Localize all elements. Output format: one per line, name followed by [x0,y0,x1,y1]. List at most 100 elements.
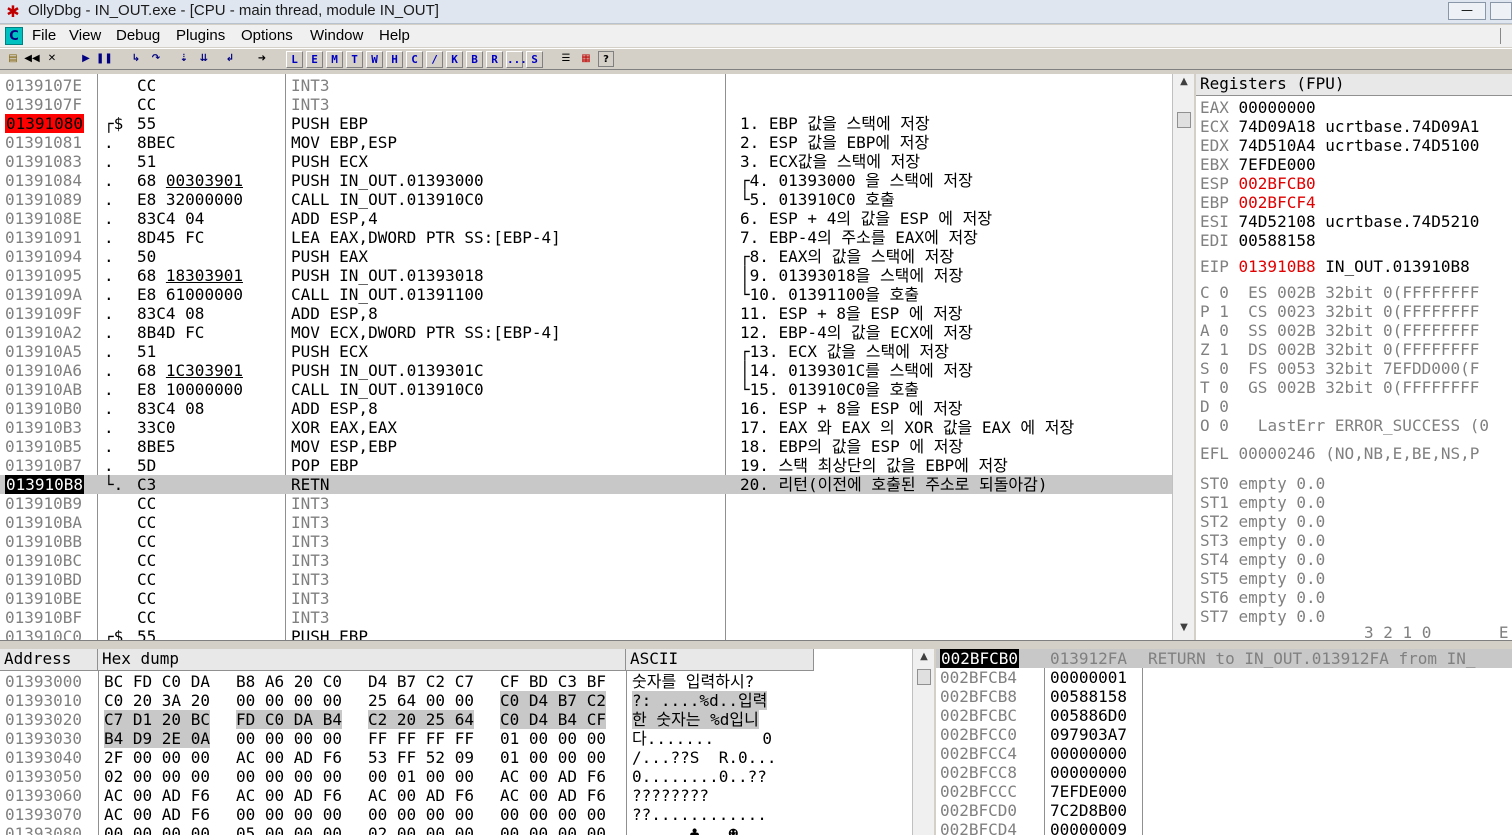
flag-row[interactable]: D 0 [1200,397,1248,416]
scroll-up-icon[interactable]: ▲ [1177,76,1191,87]
dump-row[interactable]: 01393040 2F 00 00 00 AC 00 AD F6 53 FF 52 0… [0,748,912,767]
handles-button[interactable]: H [386,51,403,68]
trace-over-icon[interactable]: ⇊ [196,51,212,67]
minimize-button[interactable]: — [1448,2,1486,20]
cpu-button[interactable]: C [406,51,423,68]
disasm-row[interactable]: 013910B3. 33C0 XOR EAX,EAX 17. EAX 와 EAX 의 … [0,418,1172,437]
fpu-st1[interactable]: ST1 empty 0.0 [1200,493,1325,512]
disasm-row[interactable]: 01391084. 68 00303901 PUSH IN_OUT.01393000… [0,171,1172,190]
disasm-row[interactable]: 013910C0 ┌$ 55 PUSH EBP [0,627,1172,640]
dump-ascii-header[interactable]: ASCII [626,649,814,671]
disasm-row[interactable]: 013910BC CC INT3 [0,551,1172,570]
flag-row[interactable]: P 1 CS 0023 32bit 0(FFFFFFFF [1200,302,1479,321]
flag-row[interactable]: Z 1 DS 002B 32bit 0(FFFFFFFF [1200,340,1479,359]
disasm-row[interactable]: 013910B5. 8BE5 MOV ESP,EBP 18. EBP의 값을 ESP … [0,437,1172,456]
stack-row[interactable]: 002BFCD4 00000009 [936,820,1512,835]
fpu-st5[interactable]: ST5 empty 0.0 [1200,569,1325,588]
disasm-row[interactable]: 013910A5. 51 PUSH ECX ┌13. ECX 값을 스택에 저장 [0,342,1172,361]
stack-row[interactable]: 002BFCB8 00588158 [936,687,1512,706]
disasm-row[interactable]: 01391095. 68 18303901 PUSH IN_OUT.01393018… [0,266,1172,285]
disasm-row[interactable]: 013910BA CC INT3 [0,513,1172,532]
fpu-st3[interactable]: ST3 empty 0.0 [1200,531,1325,550]
stack-row[interactable]: 002BFCB0 013912FA RETURN to IN_OUT.013912F… [936,649,1512,668]
fpu-st4[interactable]: ST4 empty 0.0 [1200,550,1325,569]
step-over-icon[interactable]: ↷ [148,51,164,67]
dump-row[interactable]: 01393050 02 00 00 00 00 00 00 00 00 01 00 0… [0,767,912,786]
pane-splitter[interactable] [0,640,1512,648]
references-button[interactable]: R [486,51,503,68]
dump-row[interactable]: 01393060 AC 00 AD F6 AC 00 AD F6 AC 00 AD F… [0,786,912,805]
go-to-icon[interactable]: ➜ [254,51,270,67]
cpu-window-icon[interactable]: C [5,27,23,45]
scrollbar-thumb[interactable] [917,669,931,685]
appearance-icon[interactable]: ▦ [578,51,594,67]
dump-row[interactable]: 01393030 B4 D9 2E 0A 00 00 00 00 FF FF FF F… [0,729,912,748]
disassembly-pane[interactable]: 0139107E CC INT3 0139107F CC INT3 01391080 ┌$ 55… [0,74,1172,640]
trace-into-icon[interactable]: ⇣ [176,51,192,67]
step-into-icon[interactable]: ↳ [128,51,144,67]
menu-options[interactable]: Options [241,27,293,44]
disasm-row[interactable]: 0139109F. 83C4 08 ADD ESP,8 11. ESP + 8을 ES… [0,304,1172,323]
mdi-control-icon[interactable] [1500,28,1512,44]
scroll-down-icon[interactable]: ▼ [1177,622,1191,633]
disasm-row[interactable]: 0139107E CC INT3 [0,76,1172,95]
fpu-st2[interactable]: ST2 empty 0.0 [1200,512,1325,531]
dump-pane[interactable]: Address Hex dump ASCII 01393000 BC FD C0 … [0,649,912,835]
menu-debug[interactable]: Debug [116,27,160,44]
windows-button[interactable]: W [366,51,383,68]
flag-row[interactable]: S 0 FS 0053 32bit 7EFDD000(F [1200,359,1479,378]
register-ebp[interactable]: EBP 002BFCF4 [1200,193,1316,212]
disasm-row[interactable]: 01391083. 51 PUSH ECX 3. ECX값을 스택에 저장 [0,152,1172,171]
register-edi[interactable]: EDI 00588158 [1200,231,1316,250]
dump-row[interactable]: 01393080 00 00 00 00 05 00 00 00 02 00 00 0… [0,824,912,835]
pause-icon[interactable]: ❚❚ [96,51,113,67]
dump-address-header[interactable]: Address [0,649,98,671]
breakpoints-button[interactable]: B [466,51,483,68]
registers-pane[interactable]: Registers (FPU) EAX 00000000 ECX 74D09A18… [1196,74,1512,640]
close-icon[interactable]: ✕ [44,51,60,67]
register-efl[interactable]: EFL 00000246 (NO,NB,E,BE,NS,P [1200,444,1479,463]
register-esp[interactable]: ESP 002BFCB0 [1200,174,1316,193]
menu-plugins[interactable]: Plugins [176,27,225,44]
list-icon[interactable]: ☰ [558,51,574,67]
register-ecx[interactable]: ECX 74D09A18 ucrtbase.74D09A1 [1200,117,1479,136]
flag-row[interactable]: C 0 ES 002B 32bit 0(FFFFFFFF [1200,283,1479,302]
disasm-row[interactable]: 013910BD CC INT3 [0,570,1172,589]
log-window-button[interactable]: L [286,51,303,68]
execute-till-return-icon[interactable]: ↲ [222,51,238,67]
stack-pane[interactable]: 002BFCB0 013912FA RETURN to IN_OUT.013912F… [936,649,1512,835]
maximize-button[interactable] [1490,2,1512,20]
disasm-row[interactable]: 013910B7. 5D POP EBP 19. 스택 최상단의 값을 EBP에 저장 [0,456,1172,475]
disassembly-scrollbar[interactable]: ▲ ▼ [1172,74,1194,640]
open-icon[interactable]: ▤ [5,51,21,67]
dump-row[interactable]: 01393000 BC FD C0 DA B8 A6 20 C0 D4 B7 C2 C… [0,672,912,691]
registers-header[interactable]: Registers (FPU) [1196,74,1512,96]
disasm-row[interactable]: 0139109A. E8 61000000 CALL IN_OUT.01391100… [0,285,1172,304]
register-eip[interactable]: EIP 013910B8 IN_OUT.013910B8 [1200,257,1470,276]
threads-button[interactable]: T [346,51,363,68]
disasm-row[interactable]: 013910A2. 8B4D FC MOV ECX,DWORD PTR SS:[EB… [0,323,1172,342]
disasm-row[interactable]: 0139107F CC INT3 [0,95,1172,114]
help-icon[interactable]: ? [598,51,614,67]
disasm-row[interactable]: 013910B0. 83C4 08 ADD ESP,8 16. ESP + 8을 ES… [0,399,1172,418]
dump-row[interactable]: 01393070 AC 00 AD F6 00 00 00 00 00 00 00 0… [0,805,912,824]
stack-row[interactable]: 002BFCC4 00000000 [936,744,1512,763]
fpu-st0[interactable]: ST0 empty 0.0 [1200,474,1325,493]
register-ebx[interactable]: EBX 7EFDE000 [1200,155,1316,174]
disasm-row[interactable]: 013910AB. E8 10000000 CALL IN_OUT.013910C0… [0,380,1172,399]
register-esi[interactable]: ESI 74D52108 ucrtbase.74D5210 [1200,212,1479,231]
menu-help[interactable]: Help [379,27,410,44]
disasm-row[interactable]: 013910BB CC INT3 [0,532,1172,551]
flag-row[interactable]: T 0 GS 002B 32bit 0(FFFFFFFF [1200,378,1479,397]
fpu-st7[interactable]: ST7 empty 0.0 [1200,607,1325,626]
restart-icon[interactable]: ◀◀ [24,51,40,67]
disasm-row[interactable]: 01391091. 8D45 FC LEA EAX,DWORD PTR SS:[EB… [0,228,1172,247]
menu-window[interactable]: Window [310,27,363,44]
modules-button[interactable]: E [306,51,323,68]
memory-button[interactable]: M [326,51,343,68]
stack-row[interactable]: 002BFCC8 00000000 [936,763,1512,782]
menu-file[interactable]: File [32,27,56,44]
disasm-row[interactable]: 01391089. E8 32000000 CALL IN_OUT.013910C0… [0,190,1172,209]
stack-row[interactable]: 002BFCD0 7C2D8B00 [936,801,1512,820]
dump-scrollbar[interactable]: ▲ [912,649,934,835]
